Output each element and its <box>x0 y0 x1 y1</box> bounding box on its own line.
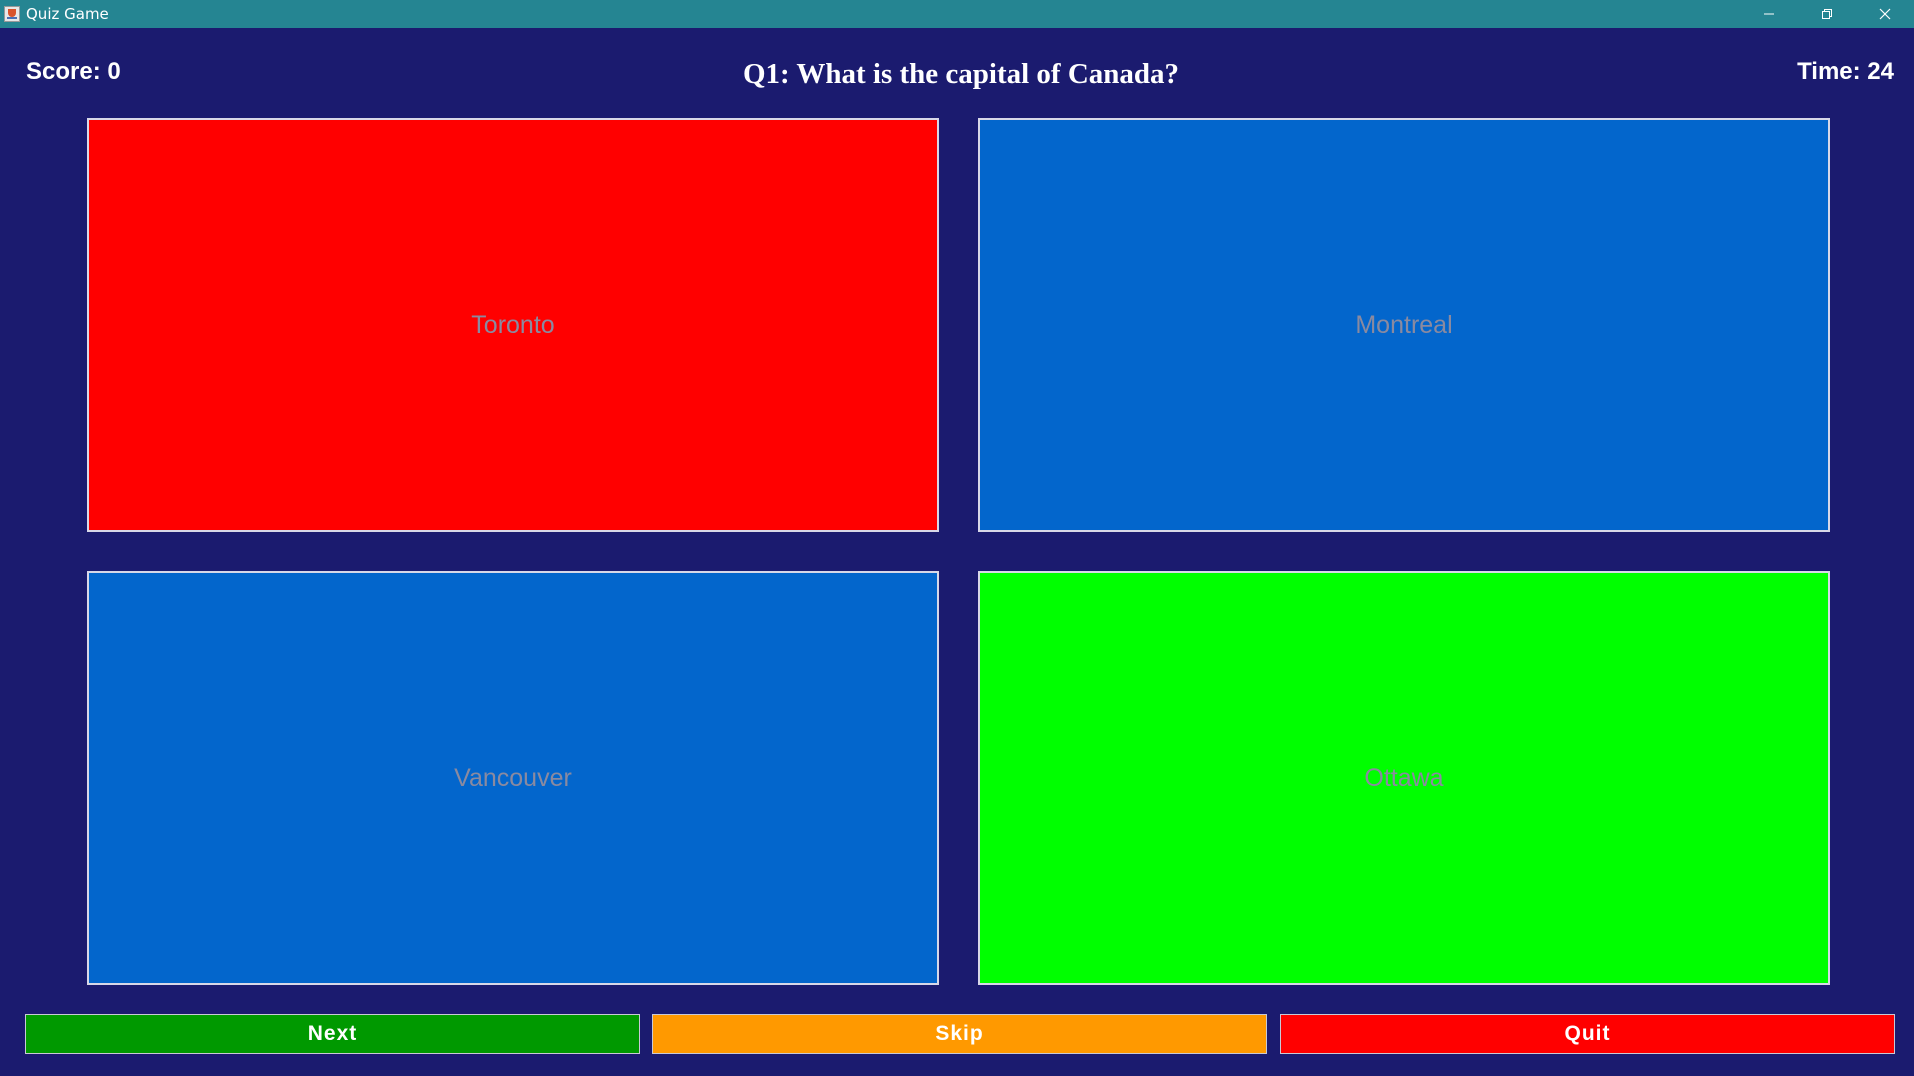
skip-button[interactable]: Skip <box>652 1014 1267 1054</box>
timer-label: Time: 24 <box>1797 58 1894 85</box>
answer-option-1[interactable]: Toronto <box>87 118 939 532</box>
close-icon <box>1879 8 1891 20</box>
close-button[interactable] <box>1856 0 1914 28</box>
quiz-game-window: Quiz Game Score: 0 Q1: What is the capit… <box>0 0 1914 1076</box>
java-cup-icon <box>4 6 20 22</box>
answer-option-4-label: Ottawa <box>1364 763 1444 792</box>
restore-icon <box>1822 9 1832 19</box>
answer-option-3-label: Vancouver <box>454 763 572 792</box>
restore-button[interactable] <box>1798 0 1856 28</box>
question-text: Q1: What is the capital of Canada? <box>742 58 1180 90</box>
answer-option-3[interactable]: Vancouver <box>87 571 939 985</box>
next-button[interactable]: Next <box>25 1014 640 1054</box>
minimize-button[interactable] <box>1740 0 1798 28</box>
minimize-icon <box>1764 13 1774 15</box>
answer-option-4[interactable]: Ottawa <box>978 571 1830 985</box>
answer-option-2[interactable]: Montreal <box>978 118 1830 532</box>
answer-option-1-label: Toronto <box>471 310 555 339</box>
window-title: Quiz Game <box>26 5 109 23</box>
window-controls <box>1740 0 1914 28</box>
answer-option-2-label: Montreal <box>1355 310 1453 339</box>
title-bar: Quiz Game <box>0 0 1914 28</box>
quit-button[interactable]: Quit <box>1280 1014 1895 1054</box>
